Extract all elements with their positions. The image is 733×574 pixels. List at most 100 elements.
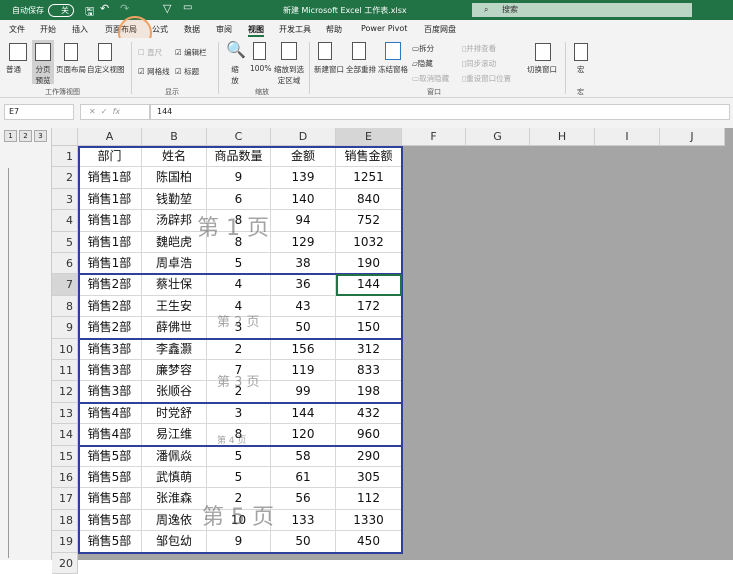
column-header-A[interactable]: A — [78, 128, 142, 146]
cell-D4[interactable]: 94 — [271, 210, 336, 232]
cell-A10[interactable]: 销售3部 — [78, 338, 142, 360]
cell-D16[interactable]: 61 — [271, 467, 336, 489]
cell-D3[interactable]: 140 — [271, 188, 336, 211]
cell-C19[interactable]: 9 — [207, 531, 271, 553]
column-header-E[interactable]: E — [336, 128, 402, 146]
row-header-16[interactable]: 16 — [52, 467, 78, 489]
enter-icon[interactable]: ✓ — [101, 107, 108, 116]
tab-view[interactable]: 视图 — [248, 24, 264, 37]
cell-B4[interactable]: 汤辟邦 — [142, 210, 207, 232]
zoom-100-button[interactable]: 100% — [250, 64, 271, 73]
cell-C9[interactable]: 3 — [207, 317, 271, 339]
tab-help[interactable]: 帮助 — [326, 24, 342, 35]
cell-C14[interactable]: 8 — [207, 424, 271, 446]
cell-B2[interactable]: 陈国柏 — [142, 167, 207, 189]
cell-E1[interactable]: 销售金额 — [336, 146, 402, 168]
cell-B18[interactable]: 周逸依 — [142, 509, 207, 532]
switch-window-button[interactable]: 切换窗口 — [527, 64, 557, 75]
zoom-button[interactable]: 缩放 — [230, 64, 240, 86]
formula-input[interactable]: 144 — [150, 104, 730, 120]
cell-E13[interactable]: 432 — [336, 402, 402, 425]
cell-A17[interactable]: 销售5部 — [78, 488, 142, 510]
cell-C6[interactable]: 5 — [207, 253, 271, 275]
tab-data[interactable]: 数据 — [184, 24, 200, 35]
cell-E10[interactable]: 312 — [336, 338, 402, 360]
search-box[interactable]: ⌕ 搜索 — [472, 3, 692, 17]
gridlines-checkbox[interactable]: ☑ 网格线 — [138, 66, 170, 77]
row-header-14[interactable]: 14 — [52, 424, 78, 446]
cell-A3[interactable]: 销售1部 — [78, 188, 142, 211]
cell-D13[interactable]: 144 — [271, 402, 336, 425]
column-header-D[interactable]: D — [271, 128, 336, 146]
fx-icon[interactable]: fx — [113, 107, 121, 116]
cell-E6[interactable]: 190 — [336, 253, 402, 275]
cell-C3[interactable]: 6 — [207, 188, 271, 211]
row-header-4[interactable]: 4 — [52, 210, 78, 232]
cell-C5[interactable]: 8 — [207, 231, 271, 253]
unhide-button[interactable]: ▭取消隐藏 — [412, 73, 449, 84]
row-header-15[interactable]: 15 — [52, 445, 78, 467]
cell-B15[interactable]: 潘佩焱 — [142, 445, 207, 467]
tab-file[interactable]: 文件 — [9, 24, 25, 35]
undo-icon[interactable]: ↶ — [100, 2, 109, 15]
column-header-I[interactable]: I — [595, 128, 660, 146]
cell-E14[interactable]: 960 — [336, 424, 402, 446]
row-header-10[interactable]: 10 — [52, 338, 78, 360]
page-layout-button[interactable]: 页面布局 — [56, 64, 86, 75]
cell-C4[interactable]: 8 — [207, 210, 271, 232]
cell-D17[interactable]: 56 — [271, 488, 336, 510]
cell-E18[interactable]: 1330 — [336, 509, 402, 532]
cell-B12[interactable]: 张顺谷 — [142, 381, 207, 403]
cell-D12[interactable]: 99 — [271, 381, 336, 403]
cell-D14[interactable]: 120 — [271, 424, 336, 446]
tab-baidu[interactable]: 百度网盘 — [424, 24, 456, 35]
outline-level-3[interactable]: 3 — [34, 130, 47, 142]
cell-B9[interactable]: 薛佛世 — [142, 317, 207, 339]
macro-button[interactable]: 宏 — [577, 64, 585, 75]
cell-D18[interactable]: 133 — [271, 509, 336, 532]
cell-B11[interactable]: 廉梦容 — [142, 360, 207, 382]
cell-C16[interactable]: 5 — [207, 467, 271, 489]
cell-C2[interactable]: 9 — [207, 167, 271, 189]
cell-A1[interactable]: 部门 — [78, 146, 142, 168]
cell-A18[interactable]: 销售5部 — [78, 509, 142, 532]
tab-formulas[interactable]: 公式 — [152, 24, 168, 35]
cell-D1[interactable]: 金额 — [271, 146, 336, 168]
outline-level-2[interactable]: 2 — [19, 130, 32, 142]
row-header-20[interactable]: 20 — [52, 552, 78, 574]
cell-D15[interactable]: 58 — [271, 445, 336, 467]
cell-D7[interactable]: 36 — [271, 274, 336, 296]
filter-icon[interactable]: ▽ — [163, 2, 171, 15]
cell-E2[interactable]: 1251 — [336, 167, 402, 189]
row-header-11[interactable]: 11 — [52, 360, 78, 382]
cell-D6[interactable]: 38 — [271, 253, 336, 275]
cell-D2[interactable]: 139 — [271, 167, 336, 189]
row-header-7[interactable]: 7 — [52, 274, 78, 296]
cell-B13[interactable]: 时党舒 — [142, 402, 207, 425]
cell-B17[interactable]: 张淮森 — [142, 488, 207, 510]
cell-A4[interactable]: 销售1部 — [78, 210, 142, 232]
cell-A7[interactable]: 销售2部 — [78, 274, 142, 296]
cell-B16[interactable]: 武慎萌 — [142, 467, 207, 489]
cell-A2[interactable]: 销售1部 — [78, 167, 142, 189]
cell-C7[interactable]: 4 — [207, 274, 271, 296]
reset-position-button[interactable]: ▯重设窗口位置 — [462, 73, 511, 84]
cell-C11[interactable]: 7 — [207, 360, 271, 382]
cell-E12[interactable]: 198 — [336, 381, 402, 403]
cell-B8[interactable]: 王生安 — [142, 295, 207, 318]
cell-C8[interactable]: 4 — [207, 295, 271, 318]
cell-E17[interactable]: 112 — [336, 488, 402, 510]
sync-scroll-button[interactable]: ▯同步滚动 — [462, 58, 496, 69]
cell-C13[interactable]: 3 — [207, 402, 271, 425]
row-header-9[interactable]: 9 — [52, 317, 78, 339]
row-header-12[interactable]: 12 — [52, 381, 78, 403]
cell-E15[interactable]: 290 — [336, 445, 402, 467]
cell-A9[interactable]: 销售2部 — [78, 317, 142, 339]
cell-B14[interactable]: 易江维 — [142, 424, 207, 446]
cell-E16[interactable]: 305 — [336, 467, 402, 489]
cell-A6[interactable]: 销售1部 — [78, 253, 142, 275]
cell-B7[interactable]: 蔡壮保 — [142, 274, 207, 296]
column-header-G[interactable]: G — [466, 128, 530, 146]
side-by-side-button[interactable]: ▯并排查看 — [462, 43, 496, 54]
cell-B10[interactable]: 李鑫灏 — [142, 338, 207, 360]
